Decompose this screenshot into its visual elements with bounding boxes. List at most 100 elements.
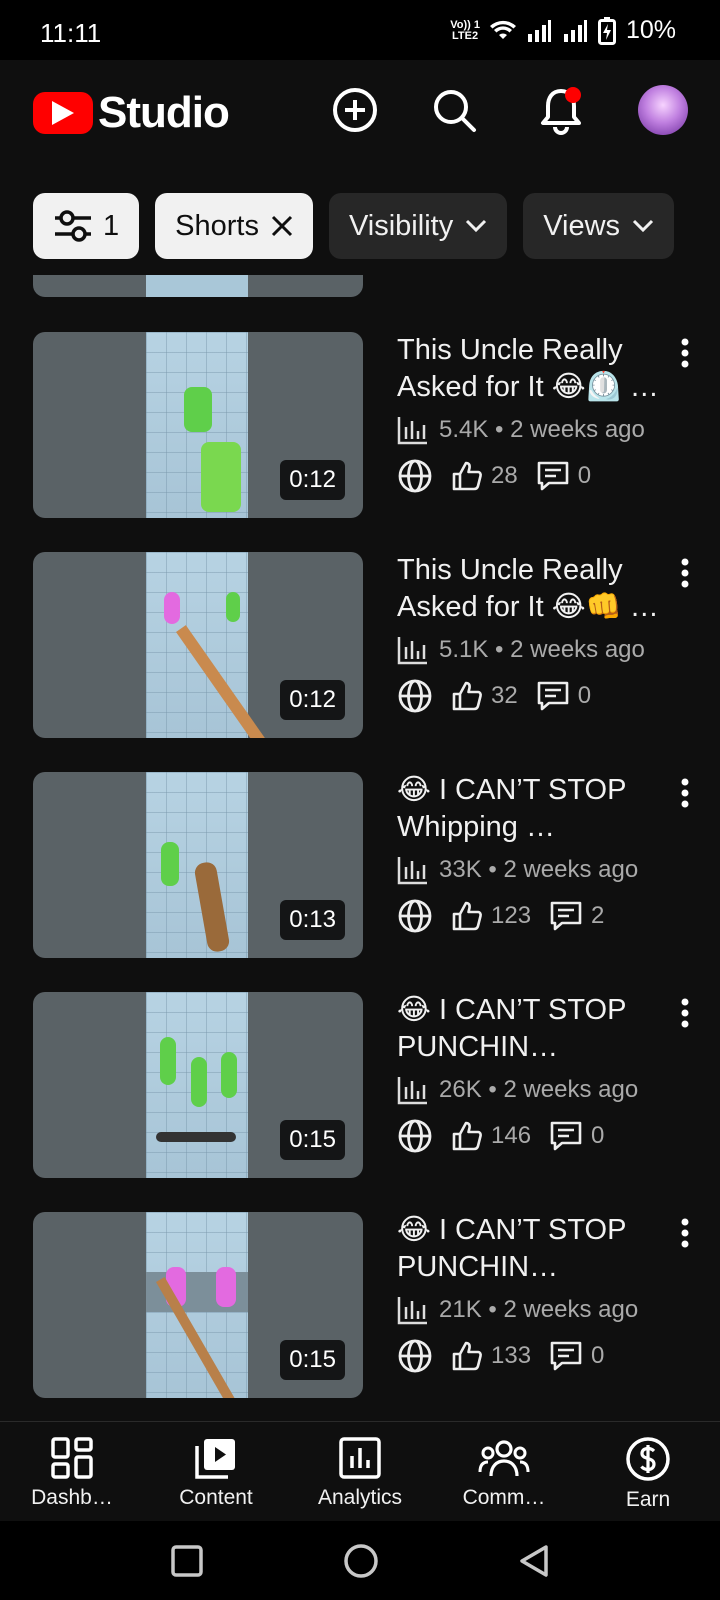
video-list[interactable]: 0:12 This Uncle Really Asked for It 😂⏲️ … xyxy=(0,275,720,1417)
filter-sliders-icon xyxy=(55,210,91,242)
video-thumbnail[interactable]: 0:13 xyxy=(33,772,363,958)
like-icon xyxy=(452,1121,482,1151)
video-thumbnail-partial[interactable] xyxy=(33,275,363,297)
analytics-icon xyxy=(339,1437,381,1479)
nav-analytics-label: Analytics xyxy=(317,1486,403,1509)
video-title[interactable]: 😂 I CAN’T STOP Whipping … xyxy=(397,772,667,846)
nav-community[interactable]: Comm… xyxy=(432,1422,576,1522)
globe-icon xyxy=(398,1339,432,1373)
back-icon[interactable] xyxy=(518,1544,550,1578)
views-chip-label: Views xyxy=(543,209,621,242)
video-comments: 0 xyxy=(577,682,592,709)
video-views: 21K xyxy=(439,1296,482,1323)
video-age: • 2 weeks ago xyxy=(488,856,639,883)
logo-text: Studio xyxy=(98,88,230,137)
like-icon xyxy=(452,681,482,711)
video-row[interactable]: 0:15 😂 I CAN’T STOP PUNCHIN… 26K • 2 wee… xyxy=(0,992,720,1178)
nav-dashboard[interactable]: Dashb… xyxy=(0,1422,144,1522)
more-vert-icon xyxy=(681,338,689,368)
video-likes: 133 xyxy=(491,1342,532,1369)
nav-analytics[interactable]: Analytics xyxy=(288,1422,432,1522)
chevron-down-icon xyxy=(632,219,654,233)
video-title[interactable]: This Uncle Really Asked for It 😂👊 … xyxy=(397,552,667,626)
video-comments: 0 xyxy=(591,1342,605,1369)
studio-logo[interactable]: Studio xyxy=(33,88,230,138)
video-title[interactable]: This Uncle Really Asked for It 😂⏲️ … xyxy=(397,332,667,406)
community-icon xyxy=(478,1440,530,1477)
filter-chips: 1 Shorts Visibility Views xyxy=(0,193,720,259)
close-icon[interactable] xyxy=(271,215,293,237)
more-options-button[interactable] xyxy=(670,778,700,818)
nav-dashboard-label: Dashb… xyxy=(31,1486,113,1509)
system-nav-bar xyxy=(0,1521,720,1600)
status-bar: 11:11 Vo)) 1 LTE2 10% xyxy=(0,0,720,60)
youtube-play-icon xyxy=(33,92,93,134)
nav-content[interactable]: Content xyxy=(144,1422,288,1522)
nav-earn[interactable]: Earn xyxy=(576,1422,720,1522)
volte-icon: Vo)) 1 LTE2 xyxy=(450,18,480,42)
views-chip[interactable]: Views xyxy=(523,193,675,259)
video-likes: 146 xyxy=(491,1122,532,1149)
avatar[interactable] xyxy=(638,85,688,135)
video-thumbnail[interactable]: 0:12 xyxy=(33,332,363,518)
bell-icon xyxy=(541,87,581,135)
shorts-chip[interactable]: Shorts xyxy=(155,193,313,259)
more-options-button[interactable] xyxy=(670,998,700,1038)
comment-icon xyxy=(550,1341,582,1371)
video-title[interactable]: 😂 I CAN’T STOP PUNCHIN… xyxy=(397,1212,667,1286)
views-chart-icon xyxy=(397,1297,427,1325)
home-icon[interactable] xyxy=(343,1543,379,1579)
filter-count-chip[interactable]: 1 xyxy=(33,193,140,259)
more-options-button[interactable] xyxy=(670,338,700,378)
video-duration: 0:15 xyxy=(280,1120,345,1160)
visibility-chip[interactable]: Visibility xyxy=(328,193,508,259)
video-views: 5.4K xyxy=(439,416,489,443)
video-comments: 2 xyxy=(591,902,605,929)
chevron-down-icon xyxy=(465,219,487,233)
video-likes: 32 xyxy=(491,682,518,709)
more-vert-icon xyxy=(681,998,689,1028)
video-age: • 2 weeks ago xyxy=(488,1296,639,1323)
more-options-button[interactable] xyxy=(670,558,700,598)
views-chart-icon xyxy=(397,857,427,885)
more-options-button[interactable] xyxy=(670,1218,700,1258)
filter-count: 1 xyxy=(103,209,120,242)
notifications-button[interactable] xyxy=(533,82,589,138)
video-thumbnail[interactable]: 0:12 xyxy=(33,552,363,738)
create-button[interactable] xyxy=(327,82,383,138)
video-duration: 0:12 xyxy=(280,680,345,720)
recents-icon[interactable] xyxy=(170,1544,204,1578)
globe-icon xyxy=(398,899,432,933)
comment-icon xyxy=(550,901,582,931)
dashboard-icon xyxy=(51,1437,93,1479)
video-views: 33K xyxy=(439,856,482,883)
video-age: • 2 weeks ago xyxy=(488,1076,639,1103)
video-row[interactable]: 0:12 This Uncle Really Asked for It 😂⏲️ … xyxy=(0,332,720,518)
content-icon xyxy=(195,1439,235,1479)
earn-icon xyxy=(626,1437,670,1481)
globe-icon xyxy=(398,1119,432,1153)
app-header: Studio xyxy=(0,60,720,180)
video-views: 26K xyxy=(439,1076,482,1103)
signal-1-icon xyxy=(527,19,551,42)
like-icon xyxy=(452,1341,482,1371)
video-duration: 0:15 xyxy=(280,1340,345,1380)
search-button[interactable] xyxy=(426,82,482,138)
video-thumbnail[interactable]: 0:15 xyxy=(33,992,363,1178)
globe-icon xyxy=(398,679,432,713)
video-row[interactable]: 0:13 😂 I CAN’T STOP Whipping … 33K • 2 w… xyxy=(0,772,720,958)
video-row[interactable]: 0:12 This Uncle Really Asked for It 😂👊 …… xyxy=(0,552,720,738)
more-vert-icon xyxy=(681,1218,689,1248)
status-icons: Vo)) 1 LTE2 10% xyxy=(450,16,676,45)
visibility-chip-label: Visibility xyxy=(348,209,454,242)
video-title[interactable]: 😂 I CAN’T STOP PUNCHIN… xyxy=(397,992,667,1066)
video-age: • 2 weeks ago xyxy=(495,416,645,443)
video-duration: 0:12 xyxy=(280,460,345,500)
video-row[interactable]: 0:15 😂 I CAN’T STOP PUNCHIN… 21K • 2 wee… xyxy=(0,1212,720,1398)
video-thumbnail[interactable]: 0:15 xyxy=(33,1212,363,1398)
shorts-chip-label: Shorts xyxy=(175,209,259,242)
globe-icon xyxy=(398,459,432,493)
video-comments: 0 xyxy=(591,1122,605,1149)
video-duration: 0:13 xyxy=(280,900,345,940)
video-comments: 0 xyxy=(577,462,592,489)
